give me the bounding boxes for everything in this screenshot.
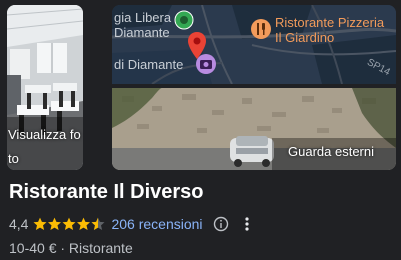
star-rating [33, 217, 105, 231]
streetview-tile[interactable]: Guarda esterni [112, 88, 396, 170]
rating-row: 4,4 206 recensioni [9, 214, 253, 234]
price-category: 10-40 € · Ristorante [9, 240, 133, 256]
info-icon[interactable] [213, 216, 229, 232]
camera-icon[interactable] [195, 53, 217, 75]
place-card: Visualizza foto gia Libera Diamante di D… [0, 0, 401, 260]
streetview-label: Guarda esterni [288, 144, 374, 159]
reviews-link[interactable]: 206 recensioni [111, 216, 202, 232]
place-title: Ristorante Il Diverso [9, 181, 204, 203]
rating-value: 4,4 [9, 216, 29, 232]
restaurant-icon[interactable] [250, 18, 272, 40]
map-label-diamante: Diamante [114, 25, 170, 40]
map-label-restaurant-line2: Il Giardino [275, 30, 335, 45]
map-label-restaurant-line1: Ristorante Pizzeria [275, 15, 385, 30]
map-label-di-diamante: di Diamante [114, 57, 184, 72]
star-icons [33, 217, 105, 230]
map-label-libera: gia Libera [114, 10, 172, 25]
more-options-icon[interactable] [241, 216, 253, 232]
park-marker-icon[interactable] [174, 10, 194, 30]
map-tile[interactable]: gia Libera Diamante di Diamante Ristoran… [112, 5, 396, 84]
photos-label: Visualizza foto [8, 127, 81, 166]
photos-tile[interactable]: Visualizza foto [7, 5, 83, 170]
